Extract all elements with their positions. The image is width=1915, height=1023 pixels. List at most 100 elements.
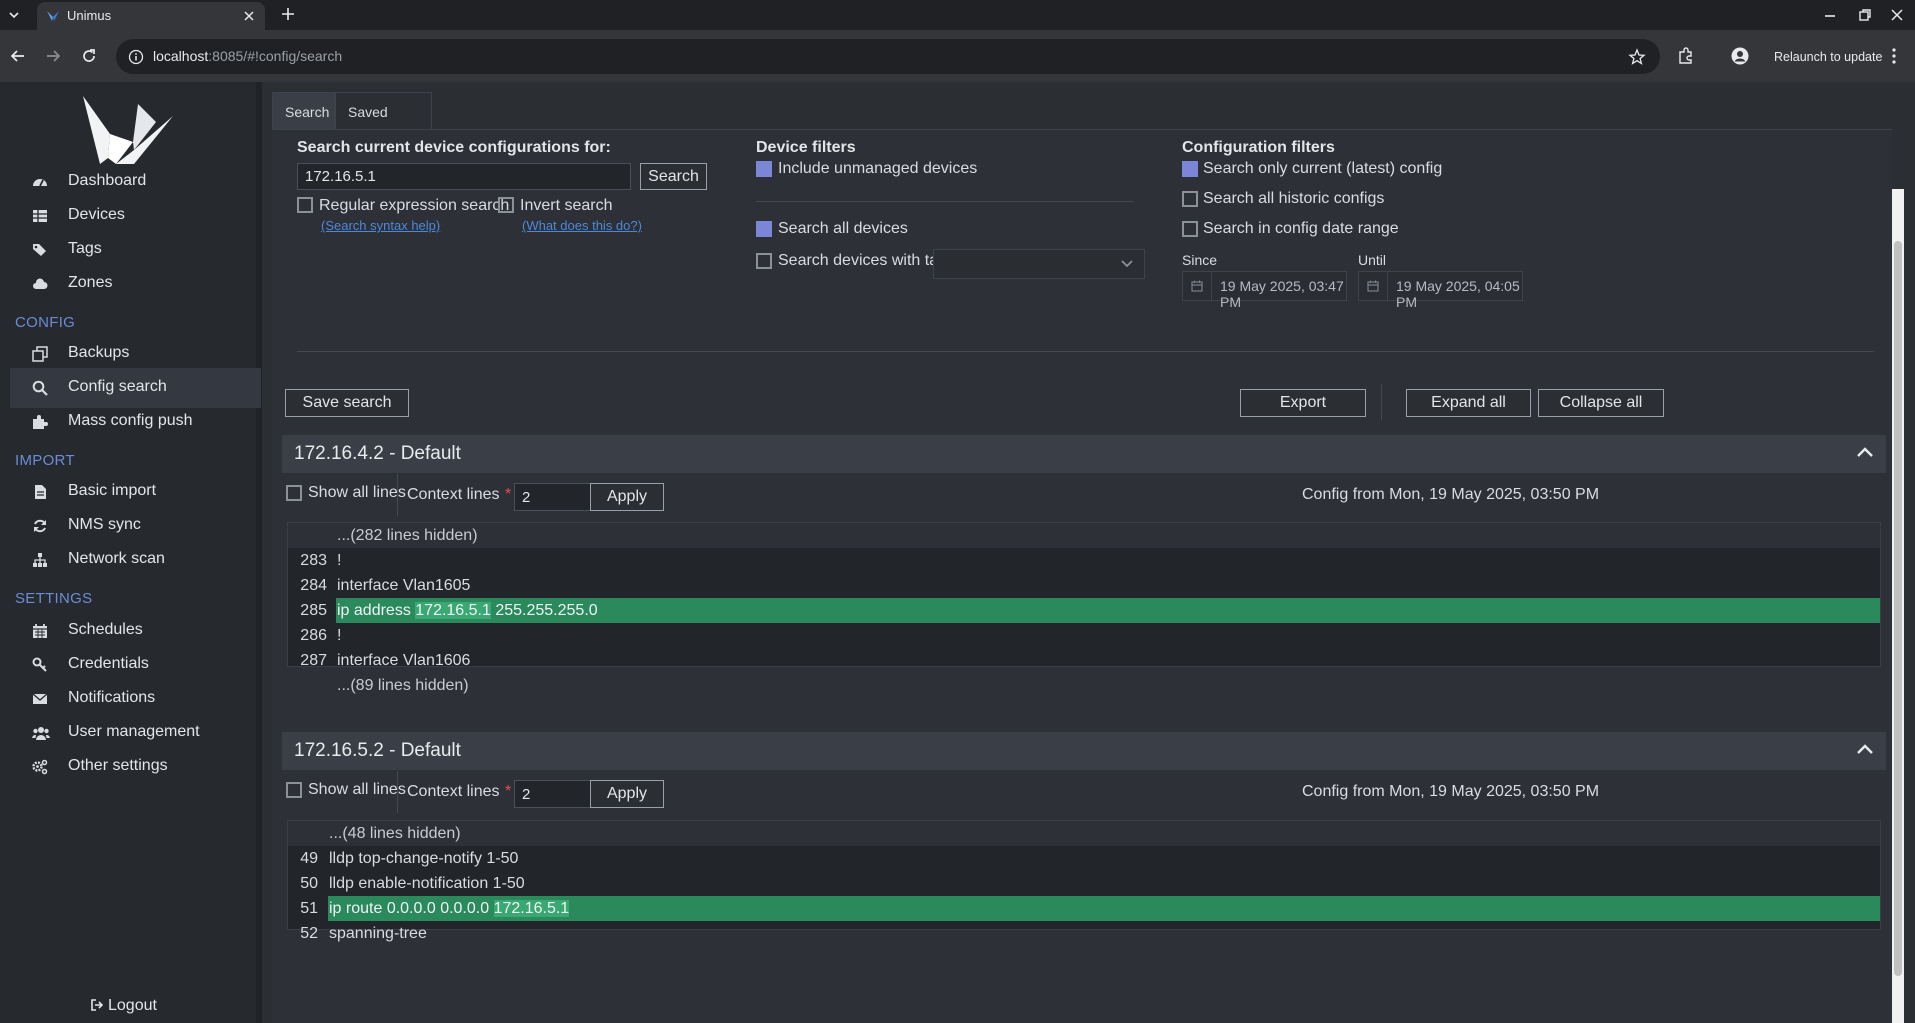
main-content: Search Saved search Search current devic… bbox=[262, 82, 1915, 1023]
sidebar-item-label: NMS sync bbox=[68, 516, 141, 533]
sign-out-icon bbox=[90, 998, 104, 1012]
relaunch-to-update-button[interactable]: Relaunch to update bbox=[1774, 50, 1882, 64]
sidebar-item-label: Config search bbox=[68, 378, 167, 395]
chevron-up-icon[interactable] bbox=[1856, 445, 1874, 459]
search-devices-with-tags-checkbox[interactable] bbox=[756, 253, 772, 269]
browser-menu-kebab-icon[interactable] bbox=[1891, 47, 1897, 65]
minimize-icon[interactable] bbox=[1822, 7, 1838, 23]
calendar-icon bbox=[32, 623, 48, 639]
sidebar-item-other-settings[interactable]: Other settings bbox=[10, 747, 261, 787]
context-lines-input[interactable] bbox=[514, 780, 594, 808]
divider bbox=[397, 771, 398, 813]
result-title: 172.16.4.2 - Default bbox=[294, 443, 461, 464]
divider bbox=[756, 201, 1133, 202]
sidebar-item-label: Mass config push bbox=[68, 412, 193, 429]
section-import: IMPORT bbox=[15, 452, 75, 469]
table-icon bbox=[32, 208, 48, 224]
result-header[interactable]: 172.16.4.2 - Default bbox=[282, 435, 1886, 473]
search-button[interactable]: Search bbox=[640, 163, 707, 190]
extensions-puzzle-icon[interactable] bbox=[1677, 47, 1695, 65]
sidebar-item-zones[interactable]: Zones bbox=[10, 264, 261, 304]
unimus-logo[interactable] bbox=[78, 94, 178, 166]
result-header[interactable]: 172.16.5.2 - Default bbox=[282, 732, 1886, 770]
chevron-up-icon[interactable] bbox=[1856, 742, 1874, 756]
search-input[interactable] bbox=[297, 163, 631, 190]
config-line: 287 interface Vlan1606 bbox=[300, 652, 471, 669]
since-date-input[interactable]: 19 May 2025, 03:47 PM bbox=[1182, 271, 1347, 310]
sidebar-item-label: Basic import bbox=[68, 482, 157, 499]
scrollbar-thumb[interactable] bbox=[1894, 241, 1902, 976]
required-asterisk: * bbox=[505, 783, 512, 800]
search-all-devices-checkbox[interactable] bbox=[756, 221, 772, 237]
copy-icon bbox=[32, 346, 48, 362]
apply-button[interactable]: Apply bbox=[590, 780, 664, 808]
show-all-lines-checkbox[interactable] bbox=[286, 782, 302, 798]
back-arrow-icon[interactable] bbox=[10, 48, 26, 64]
unimus-favicon-icon bbox=[46, 9, 60, 23]
restore-icon[interactable] bbox=[1857, 7, 1873, 23]
device-filters-heading: Device filters bbox=[756, 139, 856, 156]
chevron-down-icon bbox=[1120, 258, 1134, 270]
context-lines-input[interactable] bbox=[514, 483, 594, 511]
tab-saved-search[interactable]: Saved search bbox=[335, 92, 432, 158]
only-current-config-checkbox[interactable] bbox=[1182, 161, 1198, 177]
config-line: 50 lldp enable-notification 1-50 bbox=[300, 875, 525, 892]
hidden-lines-row[interactable]: ...(48 lines hidden) bbox=[288, 821, 1880, 846]
divider bbox=[1387, 272, 1388, 300]
puzzle-icon bbox=[32, 414, 48, 430]
until-label: Until bbox=[1358, 252, 1387, 268]
config-line: 49 lldp top-change-notify 1-50 bbox=[300, 850, 519, 867]
reload-icon[interactable] bbox=[81, 48, 97, 64]
browser-tab[interactable]: Unimus bbox=[37, 2, 265, 30]
sidebar-item-label: Credentials bbox=[68, 655, 149, 672]
bookmark-star-icon[interactable] bbox=[1628, 48, 1646, 66]
tab-search-dropdown-icon[interactable] bbox=[6, 7, 22, 23]
address-bar[interactable]: localhost:8085/#!config/search bbox=[116, 39, 1660, 74]
hidden-lines-row[interactable]: ...(282 lines hidden) bbox=[288, 523, 1880, 548]
sidebar-item-label: Zones bbox=[68, 274, 113, 291]
config-date-range-checkbox[interactable] bbox=[1182, 221, 1198, 237]
section-settings: SETTINGS bbox=[15, 590, 93, 607]
profile-avatar-icon[interactable] bbox=[1731, 47, 1749, 65]
since-date-value: 19 May 2025, 03:47 PM bbox=[1220, 278, 1344, 310]
invert-search-checkbox[interactable] bbox=[498, 197, 514, 213]
divider bbox=[297, 351, 1874, 352]
hidden-lines-row[interactable]: ...(89 lines hidden) bbox=[288, 673, 1880, 698]
sidebar-item-label: Notifications bbox=[68, 689, 156, 706]
app-sidebar: Dashboard Devices Tags Zones CONFIG Back… bbox=[0, 82, 262, 1023]
apply-button[interactable]: Apply bbox=[590, 483, 664, 511]
close-window-icon[interactable] bbox=[1889, 7, 1905, 23]
context-lines-label: Context lines bbox=[407, 486, 500, 503]
show-all-lines-checkbox[interactable] bbox=[286, 485, 302, 501]
config-line: 283! bbox=[300, 552, 342, 569]
logout-link[interactable]: Logout bbox=[90, 997, 157, 1015]
until-date-input[interactable]: 19 May 2025, 04:05 PM bbox=[1358, 271, 1523, 310]
all-historic-configs-checkbox[interactable] bbox=[1182, 191, 1198, 207]
invert-search-help-link[interactable]: (What does this do?) bbox=[522, 218, 642, 233]
search-syntax-help-link[interactable]: (Search syntax help) bbox=[321, 218, 440, 233]
save-search-button[interactable]: Save search bbox=[285, 389, 409, 417]
new-tab-icon[interactable] bbox=[280, 6, 296, 22]
page-scrollbar[interactable] bbox=[1892, 189, 1904, 1023]
browser-toolbar: localhost:8085/#!config/search Relaunch … bbox=[0, 30, 1915, 82]
tab-title: Unimus bbox=[67, 8, 112, 23]
tab-search[interactable]: Search bbox=[272, 92, 335, 130]
tab-close-icon[interactable] bbox=[241, 8, 257, 24]
tags-icon bbox=[32, 242, 48, 258]
site-info-icon[interactable] bbox=[128, 49, 144, 65]
regex-search-checkbox[interactable] bbox=[297, 197, 313, 213]
config-line: 286! bbox=[300, 627, 342, 644]
export-button[interactable]: Export bbox=[1240, 389, 1366, 417]
sidebar-item-mass-config-push[interactable]: Mass config push bbox=[10, 402, 261, 442]
section-config: CONFIG bbox=[15, 314, 76, 331]
include-unmanaged-checkbox[interactable] bbox=[756, 161, 772, 177]
tags-select[interactable] bbox=[933, 249, 1145, 279]
config-line: 52 spanning-tree bbox=[300, 925, 427, 942]
sidebar-item-label: Tags bbox=[68, 240, 102, 257]
expand-all-button[interactable]: Expand all bbox=[1406, 389, 1531, 417]
sidebar-item-label: Dashboard bbox=[68, 172, 147, 189]
forward-arrow-icon[interactable] bbox=[45, 48, 61, 64]
sidebar-item-label: Network scan bbox=[68, 550, 165, 567]
collapse-all-button[interactable]: Collapse all bbox=[1538, 389, 1664, 417]
sidebar-item-network-scan[interactable]: Network scan bbox=[10, 540, 261, 580]
